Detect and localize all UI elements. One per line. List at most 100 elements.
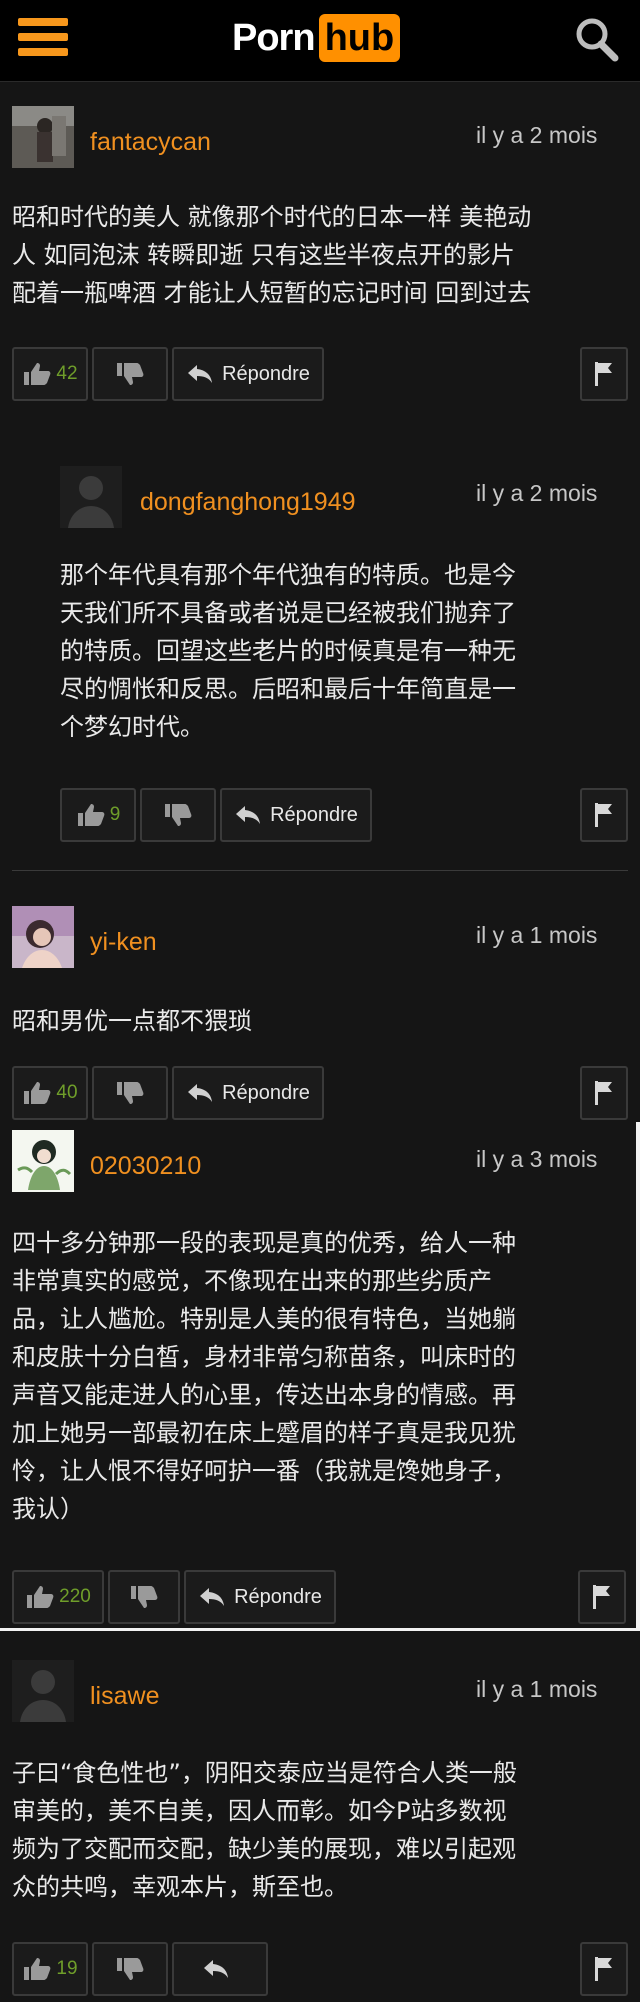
comment-username[interactable]: dongfanghong1949 (140, 488, 356, 517)
comment-text-line: 众的共鸣，幸观本片，斯至也。 (12, 1873, 348, 1901)
reply-arrow-icon (188, 365, 213, 383)
user-avatar[interactable] (12, 106, 74, 168)
logo-text-hub: hub (318, 14, 401, 62)
thumbs-down-icon (117, 363, 144, 385)
like-count: 19 (56, 1958, 78, 1979)
comment-actions: 9 Répondre (60, 788, 628, 842)
comment-text-line: 怜，让人恨不得好呵护一番（我就是馋她身子， (12, 1457, 516, 1485)
flag-icon (595, 803, 612, 827)
thumbs-down-icon (165, 804, 192, 826)
thumbs-down-icon (131, 1586, 158, 1608)
comment-text: 昭和时代的美人 就像那个时代的日本一样 美艳动 人 如同泡沫 转瞬即逝 只有这些… (12, 198, 531, 312)
flag-icon (595, 1957, 612, 1981)
comment-username[interactable]: 02030210 (90, 1152, 201, 1181)
comment-text-line: 的特质。回望这些老片的时候真是有一种无 (60, 637, 516, 665)
comment-actions: 220 Répondre (12, 1570, 628, 1624)
comment-text-line: 子曰“食色性也”，阴阳交泰应当是符合人类一般 (12, 1759, 517, 1787)
comment-text-line: 人 如同泡沫 转瞬即逝 只有这些半夜点开的影片 (12, 241, 515, 269)
reply-label: Répondre (222, 1081, 310, 1104)
thumbs-up-icon (27, 1586, 54, 1608)
comment-username[interactable]: lisawe (90, 1682, 159, 1711)
comment-text-line: 个梦幻时代。 (60, 713, 204, 741)
thumbs-up-icon (24, 363, 51, 385)
comment-text-line: 昭和时代的美人 就像那个时代的日本一样 美艳动 (12, 203, 532, 231)
thumbs-up-icon (24, 1082, 51, 1104)
comment-text: 四十多分钟那一段的表现是真的优秀，给人一种 非常真实的感觉，不像现在出来的那些劣… (12, 1224, 516, 1528)
like-count: 42 (56, 363, 78, 384)
dislike-button[interactable] (92, 1942, 168, 1996)
user-avatar[interactable] (60, 466, 122, 528)
comment-text-line: 频为了交配而交配，缺少美的展现，难以引起观 (12, 1835, 516, 1863)
comment-text-line: 昭和男优一点都不猥琐 (12, 1007, 252, 1035)
flag-button[interactable] (580, 1066, 628, 1120)
comment-username[interactable]: fantacycan (90, 128, 211, 157)
thumbs-down-icon (117, 1082, 144, 1104)
user-avatar[interactable] (12, 1130, 74, 1192)
reply-label: Répondre (270, 803, 358, 826)
like-button[interactable]: 220 (12, 1570, 104, 1624)
comment-text: 昭和男优一点都不猥琐 (12, 1002, 252, 1040)
comment-text-line: 加上她另一部最初在床上蹙眉的样子真是我见犹 (12, 1419, 516, 1447)
comment-text: 那个年代具有那个年代独有的特质。也是今 天我们所不具备或者说是已经被我们抛弃了 … (60, 556, 516, 746)
like-count: 40 (56, 1082, 78, 1103)
dislike-button[interactable] (140, 788, 216, 842)
reply-button[interactable]: Répondre (172, 347, 324, 401)
comment-actions: 19 (12, 1942, 628, 1996)
reply-arrow-icon (188, 1084, 213, 1102)
dislike-button[interactable] (92, 347, 168, 401)
screenshot-seam-edge (636, 1122, 640, 1628)
flag-icon (593, 1585, 610, 1609)
reply-button[interactable] (172, 1942, 268, 1996)
like-count: 9 (109, 804, 121, 825)
comment-text-line: 天我们所不具备或者说是已经被我们抛弃了 (60, 599, 516, 627)
comment-date: il y a 2 mois (476, 480, 598, 506)
comment-text-line: 非常真实的感觉，不像现在出来的那些劣质产 (12, 1267, 492, 1295)
user-avatar[interactable] (12, 1660, 74, 1722)
comment-text-line: 品，让人尴尬。特别是人美的很有特色，当她躺 (12, 1305, 516, 1333)
like-button[interactable]: 9 (60, 788, 136, 842)
like-button[interactable]: 42 (12, 347, 88, 401)
comment-actions: 40 Répondre (12, 1066, 628, 1120)
like-button[interactable]: 40 (12, 1066, 88, 1120)
reply-button[interactable]: Répondre (220, 788, 372, 842)
user-avatar[interactable] (12, 906, 74, 968)
reply-label: Répondre (222, 362, 310, 385)
comment-text-line: 那个年代具有那个年代独有的特质。也是今 (60, 561, 516, 589)
comment-date: il y a 3 mois (476, 1146, 598, 1172)
comment-text-line: 配着一瓶啤酒 才能让人短暂的忘记时间 回到过去 (12, 279, 532, 307)
comment-text: 子曰“食色性也”，阴阳交泰应当是符合人类一般 审美的，美不自美，因人而彰。如今P… (12, 1754, 517, 1906)
reply-label: Répondre (234, 1585, 322, 1608)
flag-button[interactable] (580, 347, 628, 401)
flag-icon (595, 362, 612, 386)
flag-button[interactable] (578, 1570, 626, 1624)
comment-date: il y a 1 mois (476, 922, 598, 948)
comment-text-line: 审美的，美不自美，因人而彰。如今P站多数视 (12, 1797, 507, 1825)
hamburger-menu-icon[interactable] (18, 18, 68, 60)
reply-button[interactable]: Répondre (184, 1570, 336, 1624)
screenshot-seam-line (0, 1628, 640, 1631)
comment-text-line: 四十多分钟那一段的表现是真的优秀，给人一种 (12, 1229, 516, 1257)
flag-button[interactable] (580, 1942, 628, 1996)
search-icon[interactable] (572, 14, 622, 64)
comment-text-line: 声音又能走进人的心里，传达出本身的情感。再 (12, 1381, 516, 1409)
comment-actions: 42 Répondre (12, 347, 628, 401)
flag-button[interactable] (580, 788, 628, 842)
dislike-button[interactable] (108, 1570, 180, 1624)
top-navigation-bar: Porn hub (0, 0, 640, 82)
reply-arrow-icon (236, 806, 261, 824)
comment-date: il y a 1 mois (476, 1676, 598, 1702)
site-logo[interactable]: Porn hub (232, 12, 401, 64)
dislike-button[interactable] (92, 1066, 168, 1120)
reply-button[interactable]: Répondre (172, 1066, 324, 1120)
thumbs-down-icon (117, 1958, 144, 1980)
comment-text-line: 尽的惆怅和反思。后昭和最后十年简直是一 (60, 675, 516, 703)
thumbs-up-icon (77, 804, 105, 826)
thumbs-up-icon (24, 1958, 51, 1980)
reply-arrow-icon (200, 1588, 225, 1606)
logo-text-porn: Porn (232, 16, 316, 59)
comment-username[interactable]: yi-ken (90, 928, 157, 957)
comment-divider (12, 870, 628, 871)
like-button[interactable]: 19 (12, 1942, 88, 1996)
like-count: 220 (59, 1586, 91, 1607)
flag-icon (595, 1081, 612, 1105)
